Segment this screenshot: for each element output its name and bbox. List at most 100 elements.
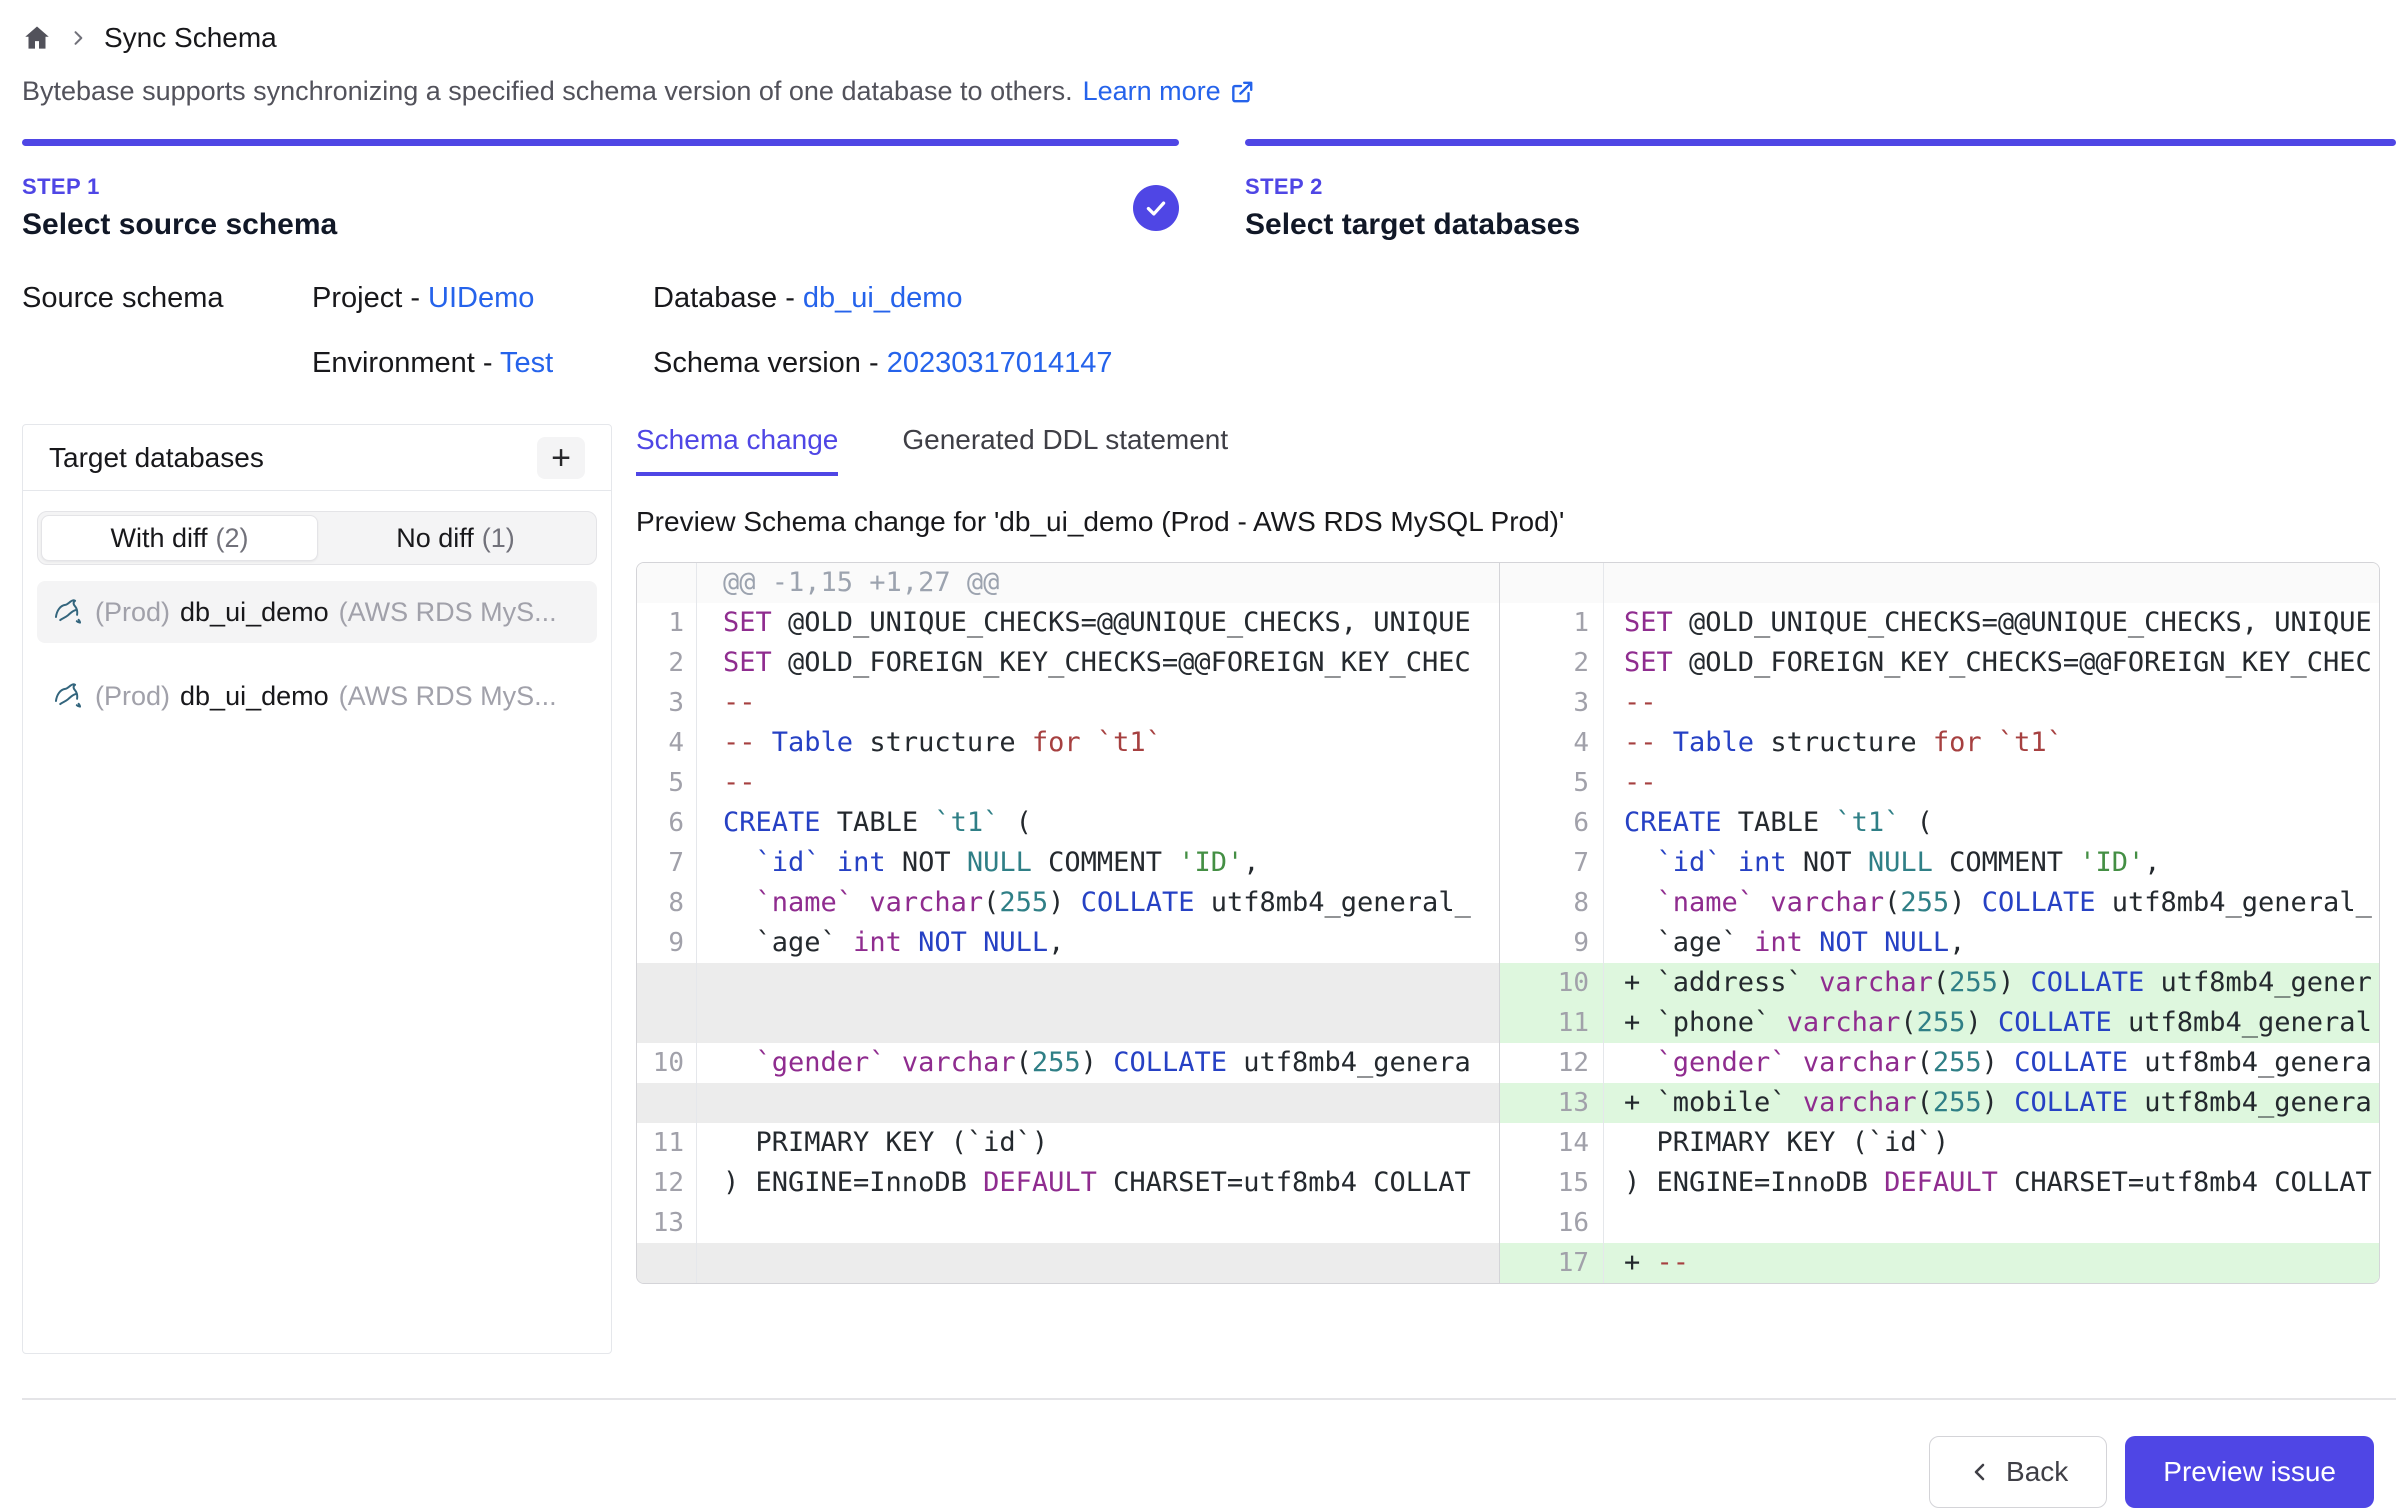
environment-field: Environment - Test — [312, 347, 653, 380]
diff-pane-target[interactable]: 1SET @OLD_UNIQUE_CHECKS=@@UNIQUE_CHECKS,… — [1499, 563, 2379, 1283]
external-link-icon — [1229, 79, 1255, 105]
database-link[interactable]: db_ui_demo — [803, 282, 963, 314]
line-number: 10 — [1500, 963, 1604, 1003]
step-1-title: Select source schema — [22, 208, 337, 242]
environment-link[interactable]: Test — [500, 347, 553, 379]
diff-row: 1SET @OLD_UNIQUE_CHECKS=@@UNIQUE_CHECKS,… — [1500, 603, 2379, 643]
diff-row: 4-- Table structure for `t1` — [1500, 723, 2379, 763]
code-line: PRIMARY KEY (`id`) — [697, 1123, 1499, 1163]
code-line: ) ENGINE=InnoDB DEFAULT CHARSET=utf8mb4 … — [1604, 1163, 2379, 1203]
mysql-icon — [51, 595, 85, 629]
schema-version-link[interactable]: 20230317014147 — [887, 347, 1113, 379]
code-line: + -- — [1604, 1243, 2379, 1283]
line-number: 9 — [1500, 923, 1604, 963]
schema-diff-viewer: @@ -1,15 +1,27 @@1SET @OLD_UNIQUE_CHECKS… — [636, 562, 2380, 1284]
line-number — [1500, 563, 1604, 603]
code-line: `gender` varchar(255) COLLATE utf8mb4_ge… — [697, 1043, 1499, 1083]
diff-row: 3-- — [637, 683, 1499, 723]
diff-row: 11 PRIMARY KEY (`id`) — [637, 1123, 1499, 1163]
diff-row: 16 — [1500, 1203, 2379, 1243]
diff-row: 9 `age` int NOT NULL, — [637, 923, 1499, 963]
footer-divider — [22, 1398, 2396, 1400]
add-target-database-button[interactable]: + — [537, 437, 585, 479]
chevron-left-icon — [1968, 1460, 1992, 1484]
step-2-title: Select target databases — [1245, 208, 1580, 242]
back-button[interactable]: Back — [1929, 1436, 2107, 1508]
source-schema-label: Source schema — [22, 282, 312, 315]
diff-row: 2SET @OLD_FOREIGN_KEY_CHECKS=@@FOREIGN_K… — [1500, 643, 2379, 683]
line-number: 5 — [637, 763, 697, 803]
code-line: PRIMARY KEY (`id`) — [1604, 1123, 2379, 1163]
schema-version-field: Schema version - 20230317014147 — [653, 347, 2396, 380]
code-line: `id` int NOT NULL COMMENT 'ID', — [697, 843, 1499, 883]
line-number: 13 — [1500, 1083, 1604, 1123]
diff-row — [637, 1003, 1499, 1043]
diff-row: 9 `age` int NOT NULL, — [1500, 923, 2379, 963]
code-line — [1604, 1203, 2379, 1243]
line-number: 7 — [637, 843, 697, 883]
code-line: `age` int NOT NULL, — [1604, 923, 2379, 963]
line-number: 11 — [637, 1123, 697, 1163]
tab-schema-change[interactable]: Schema change — [636, 424, 838, 476]
preview-tabs: Schema change Generated DDL statement — [636, 424, 2380, 476]
code-line — [697, 963, 1499, 1003]
tab-generated-ddl[interactable]: Generated DDL statement — [902, 424, 1228, 476]
breadcrumb: Sync Schema — [22, 16, 2396, 60]
code-line — [697, 1203, 1499, 1243]
project-link[interactable]: UIDemo — [428, 282, 534, 314]
diff-row: 6CREATE TABLE `t1` ( — [1500, 803, 2379, 843]
preview-issue-button[interactable]: Preview issue — [2125, 1436, 2374, 1508]
line-number: 13 — [637, 1203, 697, 1243]
database-field: Database - db_ui_demo — [653, 282, 2396, 315]
diff-row: 12) ENGINE=InnoDB DEFAULT CHARSET=utf8mb… — [637, 1163, 1499, 1203]
database-list-item[interactable]: (Prod) db_ui_demo (AWS RDS MyS... — [37, 665, 597, 727]
line-number: 10 — [637, 1043, 697, 1083]
line-number: 1 — [637, 603, 697, 643]
line-number: 11 — [1500, 1003, 1604, 1043]
line-number: 17 — [1500, 1243, 1604, 1283]
code-line: + `mobile` varchar(255) COLLATE utf8mb4_… — [1604, 1083, 2379, 1123]
code-line: @@ -1,15 +1,27 @@ — [697, 563, 1499, 603]
code-line: SET @OLD_FOREIGN_KEY_CHECKS=@@FOREIGN_KE… — [1604, 643, 2379, 683]
diff-row: 8 `name` varchar(255) COLLATE utf8mb4_ge… — [637, 883, 1499, 923]
tab-no-diff[interactable]: No diff(1) — [318, 515, 593, 561]
diff-row: 1SET @OLD_UNIQUE_CHECKS=@@UNIQUE_CHECKS,… — [637, 603, 1499, 643]
code-line — [697, 1003, 1499, 1043]
target-databases-title: Target databases — [49, 442, 264, 474]
preview-title: Preview Schema change for 'db_ui_demo (P… — [636, 506, 2380, 538]
line-number: 12 — [637, 1163, 697, 1203]
line-number: 4 — [637, 723, 697, 763]
diff-row: 11+ `phone` varchar(255) COLLATE utf8mb4… — [1500, 1003, 2379, 1043]
line-number — [637, 563, 697, 603]
learn-more-link[interactable]: Learn more — [1083, 76, 1255, 107]
line-number: 15 — [1500, 1163, 1604, 1203]
diff-row — [1500, 563, 2379, 603]
diff-row: 10+ `address` varchar(255) COLLATE utf8m… — [1500, 963, 2379, 1003]
diff-row: 17+ -- — [1500, 1243, 2379, 1283]
sync-schema-page: Sync Schema Bytebase supports synchroniz… — [0, 0, 2396, 1508]
line-number: 4 — [1500, 723, 1604, 763]
line-number: 16 — [1500, 1203, 1604, 1243]
diff-pane-source[interactable]: @@ -1,15 +1,27 @@1SET @OLD_UNIQUE_CHECKS… — [637, 563, 1499, 1283]
code-line: CREATE TABLE `t1` ( — [697, 803, 1499, 843]
database-list-item[interactable]: (Prod) db_ui_demo (AWS RDS MyS... — [37, 581, 597, 643]
code-line: -- — [697, 683, 1499, 723]
line-number: 2 — [1500, 643, 1604, 683]
home-icon[interactable] — [22, 23, 52, 53]
line-number: 6 — [637, 803, 697, 843]
tab-with-diff[interactable]: With diff(2) — [41, 515, 318, 561]
step-indicator: STEP 1 Select source schema STEP 2 Selec… — [22, 139, 2396, 242]
diff-row — [637, 1083, 1499, 1123]
mysql-icon — [51, 679, 85, 713]
step-2-label: STEP 2 — [1245, 174, 1580, 200]
line-number: 5 — [1500, 763, 1604, 803]
line-number: 7 — [1500, 843, 1604, 883]
code-line: -- — [697, 763, 1499, 803]
diff-row: 4-- Table structure for `t1` — [637, 723, 1499, 763]
code-line: SET @OLD_UNIQUE_CHECKS=@@UNIQUE_CHECKS, … — [697, 603, 1499, 643]
code-line — [697, 1083, 1499, 1123]
diff-row: 13 — [637, 1203, 1499, 1243]
diff-row: 15) ENGINE=InnoDB DEFAULT CHARSET=utf8mb… — [1500, 1163, 2379, 1203]
line-number: 2 — [637, 643, 697, 683]
code-line: SET @OLD_FOREIGN_KEY_CHECKS=@@FOREIGN_KE… — [697, 643, 1499, 683]
